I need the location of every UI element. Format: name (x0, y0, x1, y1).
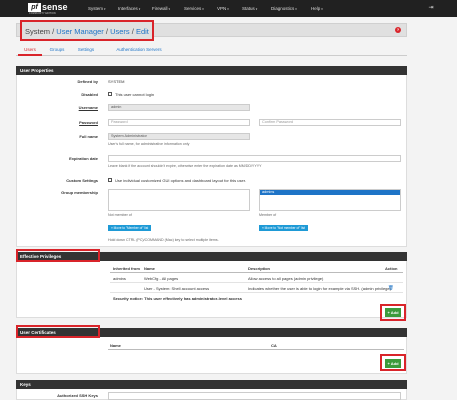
move-to-member-of-button[interactable]: » Move to "Member of" list (108, 225, 152, 231)
full-name-hint: User's full name, for administrative inf… (108, 142, 190, 146)
breadcrumb-system: System (25, 27, 51, 36)
nav-firewall[interactable]: Firewall▾ (152, 0, 170, 17)
authorized-ssh-keys-field[interactable] (108, 392, 401, 400)
col-description: Description (248, 266, 271, 271)
disabled-checkbox[interactable] (108, 92, 112, 96)
col-inherited-from: Inherited from (113, 266, 140, 271)
nav-help[interactable]: Help▾ (311, 0, 323, 17)
nav-status-label: Status (242, 6, 255, 11)
confirm-password-placeholder: Confirm Password (262, 120, 294, 124)
nav-status[interactable]: Status▾ (242, 0, 257, 17)
defined-by-label: Defined by (77, 79, 98, 84)
nav-diagnostics[interactable]: Diagnostics▾ (271, 0, 297, 17)
breadcrumb: System / User Manager / Users / Edit (20, 20, 154, 41)
not-member-of-label: Not member of (108, 213, 132, 217)
chevron-down-icon: ▾ (255, 7, 258, 11)
tab-users[interactable]: Users (18, 44, 42, 56)
col-cert-ca: CA (271, 343, 277, 348)
chevron-down-icon: ▾ (295, 7, 297, 11)
privilege-inherited: admins (113, 276, 126, 281)
move-to-member-of-label: Move to "Member of" list (113, 226, 149, 230)
not-member-of-list[interactable] (108, 189, 250, 211)
tab-groups[interactable]: Groups (45, 44, 69, 56)
breadcrumb-edit[interactable]: Edit (136, 27, 149, 36)
col-action: Action (385, 266, 398, 271)
chevron-down-icon: ▾ (168, 7, 171, 11)
password-label: Password (79, 120, 98, 125)
sign-out-icon[interactable]: ⇥ (427, 4, 435, 12)
username-field[interactable]: admin (108, 104, 250, 111)
username-label: Username (78, 105, 98, 110)
move-to-not-member-of-label: Move to "Not member of" list (264, 226, 306, 230)
expiration-date-label: Expiration date (69, 156, 98, 161)
authorized-ssh-keys-label: Authorized SSH Keys (57, 393, 98, 398)
nav-services-label: Services (184, 6, 202, 11)
add-privilege-highlight (380, 304, 406, 321)
logo-text: sense (42, 2, 68, 12)
col-cert-name: Name (110, 343, 121, 348)
breadcrumb-user-manager[interactable]: User Manager (56, 27, 104, 36)
chevron-down-icon: ▾ (138, 7, 141, 11)
breadcrumb-users[interactable]: Users (110, 27, 130, 36)
table-header-divider (110, 272, 403, 273)
nav-diagnostics-label: Diagnostics (271, 6, 295, 11)
tab-bar: Users Groups Settings Authentication Ser… (16, 44, 407, 56)
defined-by-value: SYSTEM (108, 79, 125, 84)
nav-interfaces-label: Interfaces (118, 6, 138, 11)
help-icon[interactable]: ? (395, 27, 401, 33)
move-to-not-member-of-button[interactable]: « Move to "Not member of" list (259, 225, 309, 231)
table-header-divider (108, 349, 404, 350)
trash-icon[interactable]: 🗑 (388, 285, 394, 290)
privilege-name: WebCfg - All pages (144, 276, 179, 281)
row-divider (110, 292, 403, 293)
privilege-description: Allow access to all pages (admin privile… (248, 276, 324, 281)
chevron-down-icon: ▾ (202, 7, 204, 11)
logo-box: pf (28, 3, 41, 12)
password-field[interactable]: Password (108, 119, 250, 126)
full-name-field[interactable]: System Administrator (108, 133, 250, 140)
chevron-down-icon: ▾ (227, 7, 229, 11)
edition-text: COMMUNITY EDITION (29, 12, 56, 15)
expiration-date-hint: Leave blank if the account shouldn't exp… (108, 164, 262, 168)
disabled-label: Disabled (81, 92, 98, 97)
group-option-admins[interactable]: admins (260, 190, 400, 195)
nav-system[interactable]: System▾ (88, 0, 106, 17)
pfsense-logo[interactable]: pf sense COMMUNITY EDITION (28, 2, 78, 15)
top-navbar: pf sense COMMUNITY EDITION System▾ Inter… (0, 0, 457, 17)
nav-system-label: System (88, 6, 104, 11)
nav-help-label: Help (311, 6, 321, 11)
nav-vpn[interactable]: VPN▾ (217, 0, 229, 17)
nav-firewall-label: Firewall (152, 6, 168, 11)
member-of-list[interactable]: admins (259, 189, 401, 211)
chevron-down-icon: ▾ (321, 7, 323, 11)
security-notice: Security notice: This user effectively h… (113, 296, 242, 301)
tab-settings[interactable]: Settings (72, 44, 100, 56)
member-of-label: Member of (259, 213, 277, 217)
disabled-text: This user cannot login (115, 92, 155, 97)
custom-settings-text: Use individual customized GUI options an… (115, 178, 246, 183)
custom-settings-checkbox[interactable] (108, 178, 112, 182)
group-membership-hint: Hold down CTRL (PC)/COMMAND (Mac) key to… (108, 238, 219, 242)
full-name-label: Full name (79, 134, 98, 139)
add-certificate-highlight (380, 354, 406, 371)
keys-heading: Keys (16, 380, 407, 389)
nav-vpn-label: VPN (217, 6, 227, 11)
confirm-password-field[interactable]: Confirm Password (259, 119, 401, 126)
user-certificates-highlight (16, 325, 100, 338)
privilege-description: Indicates whether the user is able to lo… (248, 286, 391, 291)
user-properties-heading: User Properties (16, 66, 407, 75)
privilege-name: User - System: Shell account access (144, 286, 210, 291)
group-membership-label: Group membership (61, 190, 98, 195)
effective-privileges-highlight (16, 249, 100, 262)
nav-services[interactable]: Services▾ (184, 0, 204, 17)
col-name: Name (144, 266, 155, 271)
custom-settings-label: Custom Settings (66, 178, 98, 183)
password-placeholder: Password (111, 120, 128, 124)
tab-authentication-servers[interactable]: Authentication Servers (104, 44, 174, 56)
expiration-date-field[interactable] (108, 155, 401, 162)
nav-interfaces[interactable]: Interfaces▾ (118, 0, 140, 17)
chevron-down-icon: ▾ (104, 7, 106, 11)
row-divider (110, 282, 403, 283)
